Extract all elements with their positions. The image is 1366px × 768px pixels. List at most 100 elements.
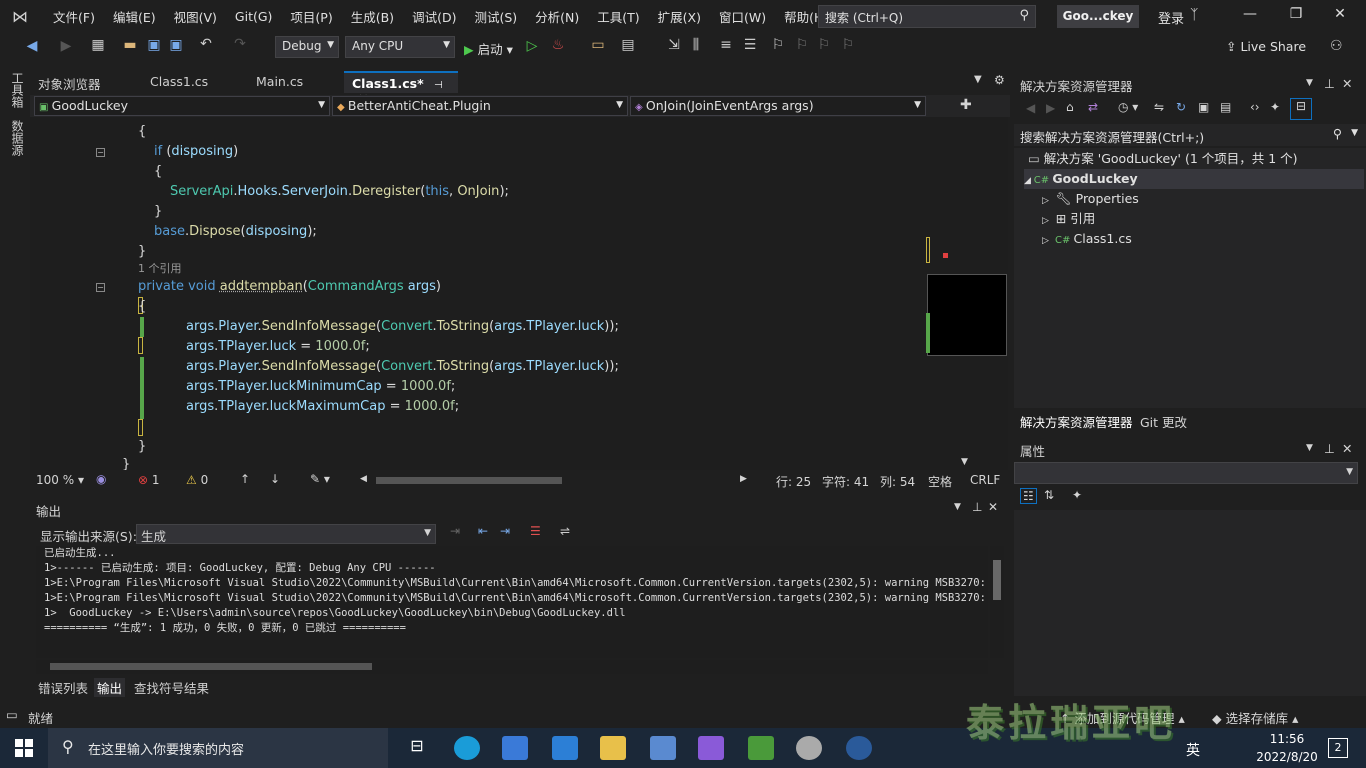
zoom-dropdown[interactable]: 100 % ▾ [36, 473, 84, 487]
taskbar-clock[interactable]: 11:56 2022/8/20 [1252, 730, 1322, 766]
pin-icon[interactable]: ⊥ [1324, 441, 1335, 456]
line-ending-indicator[interactable]: CRLF [970, 473, 1000, 487]
menu-view[interactable]: 视图(V) [165, 7, 226, 26]
tab-overflow-icon[interactable]: ▼ [974, 74, 982, 85]
new-project-icon[interactable]: ▦ [88, 37, 108, 53]
tab-error-list[interactable]: 错误列表 [38, 678, 88, 697]
close-icon[interactable]: ✕ [1326, 6, 1354, 22]
tab-solution-explorer[interactable]: 解决方案资源管理器 [1020, 412, 1133, 431]
minimize-icon[interactable]: — [1236, 6, 1264, 22]
show-all-files-icon[interactable]: ▤ [1220, 100, 1231, 114]
minimap-viewport[interactable] [927, 274, 1007, 356]
output-vscroll-thumb[interactable] [993, 560, 1001, 600]
output-hscroll-thumb[interactable] [50, 663, 372, 670]
menu-analyze[interactable]: 分析(N) [526, 7, 588, 26]
taskbar-search-input[interactable]: ⚲ 在这里输入你要搜索的内容 [48, 728, 388, 768]
line-indicator[interactable]: 行: 25 [776, 473, 811, 490]
close-panel-icon[interactable]: ✕ [988, 500, 998, 514]
hscroll-right-icon[interactable]: ▶ [740, 474, 747, 484]
arrow-up-icon[interactable]: ↑ [240, 472, 250, 486]
horizontal-scrollbar-thumb[interactable] [376, 477, 562, 484]
config-dropdown[interactable]: Debug ▼ [275, 36, 339, 58]
cleanup-brush-icon[interactable]: ✎ ▾ [310, 472, 330, 486]
comment-icon[interactable]: ☰ [740, 37, 760, 53]
warning-indicator[interactable]: ⚠ 0 [186, 473, 208, 487]
bookmark-prev-icon[interactable]: ⚐ [792, 37, 812, 53]
class-dropdown[interactable]: ◆ BetterAntiCheat.Plugin ▼ [332, 96, 628, 116]
col-indicator[interactable]: 列: 54 [880, 473, 915, 490]
windows-start-icon[interactable] [15, 739, 33, 757]
back-icon[interactable]: ◀ [22, 38, 42, 54]
tree-item-class1[interactable]: ▷ C# Class1.cs [1042, 229, 1132, 249]
folder-icon[interactable]: ▭ [588, 37, 608, 53]
hot-reload-icon[interactable]: ♨ [548, 37, 568, 53]
menu-project[interactable]: 项目(P) [281, 7, 341, 26]
menu-test[interactable]: 测试(S) [465, 7, 526, 26]
tree-item-references[interactable]: ▷ ⊞ 引用 [1042, 209, 1095, 229]
output-source-dropdown[interactable]: 生成 ▼ [136, 524, 436, 544]
word-wrap-icon[interactable]: ⇌ [560, 524, 570, 538]
pin-icon[interactable]: ⊣ [434, 80, 443, 91]
bookmark-clear-icon[interactable]: ⚐ [838, 37, 858, 53]
ime-indicator[interactable]: 英 [1186, 740, 1200, 760]
menu-git[interactable]: Git(G) [226, 9, 282, 24]
menu-debug[interactable]: 调试(D) [403, 7, 465, 26]
preview-icon[interactable]: ⊟ [1290, 98, 1312, 120]
feedback-icon[interactable]: ⚇ [1330, 38, 1343, 54]
scroll-down-icon[interactable]: ▼ [961, 457, 968, 467]
search-input[interactable]: 搜索 (Ctrl+Q) ⚲ [818, 5, 1036, 28]
tab-object-browser[interactable]: 对象浏览器 [30, 71, 140, 93]
code-editor[interactable]: − − { if (disposing) { ServerApi.Hooks.S… [50, 117, 925, 470]
restore-icon[interactable]: ❐ [1282, 6, 1310, 22]
disc-icon[interactable] [796, 736, 822, 760]
char-indicator[interactable]: 字符: 41 [822, 473, 869, 490]
output-text[interactable]: 已启动生成... 1>------ 已启动生成: 项目: GoodLuckey,… [36, 546, 988, 658]
arrow-down-icon[interactable]: ↓ [270, 472, 280, 486]
menu-extensions[interactable]: 扩展(X) [649, 7, 710, 26]
panel-menu-icon[interactable]: ▼ [954, 502, 961, 512]
file-explorer-icon[interactable] [600, 736, 626, 760]
whitespace-indicator[interactable]: 空格 [928, 473, 952, 490]
edge-icon[interactable] [454, 736, 480, 760]
login-link[interactable]: 登录 [1158, 8, 1184, 27]
forward-icon[interactable]: ▶ [1046, 101, 1055, 115]
visual-studio-icon[interactable] [698, 736, 724, 760]
tab-class1-cs[interactable]: Class1.cs [142, 71, 246, 93]
prev-message-icon[interactable]: ⇤ [478, 524, 488, 538]
reference-count-codelens[interactable]: 1 个引用 [138, 259, 182, 279]
output-hscroll[interactable] [36, 660, 988, 674]
notification-center-icon[interactable]: 2 [1328, 738, 1348, 758]
bookmark-next-icon[interactable]: ⚐ [814, 37, 834, 53]
tree-item-properties[interactable]: ▷ 🔧︎ Properties [1042, 189, 1139, 209]
notification-icon[interactable]: ▭ [6, 707, 18, 722]
menu-window[interactable]: 窗口(W) [710, 7, 775, 26]
control-panel-icon[interactable] [650, 736, 676, 760]
redo-icon[interactable]: ↷ [230, 36, 250, 52]
undo-icon[interactable]: ↶ [196, 36, 216, 52]
tree-solution[interactable]: ▭ 解决方案 'GoodLuckey' (1 个项目，共 1 个) [1028, 149, 1298, 169]
start-without-debug-icon[interactable]: ▷ [522, 38, 542, 54]
fold-toggle-icon[interactable]: − [96, 283, 105, 292]
copilot-icon[interactable]: ◉ [96, 472, 106, 486]
format-icon[interactable]: ⫼ [686, 37, 706, 53]
menu-edit[interactable]: 编辑(E) [104, 7, 165, 26]
menu-build[interactable]: 生成(B) [342, 7, 403, 26]
pin-icon[interactable]: ⊥ [1324, 76, 1335, 91]
solution-search-input[interactable]: 搜索解决方案资源管理器(Ctrl+;) ⚲ ▼ [1014, 124, 1366, 146]
alphabetical-icon[interactable]: ⇅ [1044, 488, 1054, 502]
categorized-icon[interactable]: ☷ [1020, 488, 1037, 504]
property-pages-icon[interactable]: ✦ [1072, 488, 1082, 502]
task-view-icon[interactable]: ⊟ [404, 736, 430, 760]
step-icon[interactable]: ⇲ [664, 37, 684, 53]
next-message-icon[interactable]: ⇥ [500, 524, 510, 538]
forward-icon[interactable]: ▶ [56, 38, 76, 54]
pending-changes-icon[interactable]: ◷ ▾ [1118, 100, 1138, 114]
menu-tools[interactable]: 工具(T) [588, 7, 648, 26]
settings-gear-icon[interactable]: ⚙ [994, 73, 1005, 87]
save-icon[interactable]: ▣ [144, 37, 164, 53]
menu-file[interactable]: 文件(F) [44, 7, 104, 26]
panel-menu-icon[interactable]: ▼ [1306, 78, 1313, 88]
tab-find-symbol-results[interactable]: 查找符号结果 [134, 678, 209, 697]
home-icon[interactable]: ⌂ [1066, 100, 1074, 114]
back-icon[interactable]: ◀ [1026, 101, 1035, 115]
